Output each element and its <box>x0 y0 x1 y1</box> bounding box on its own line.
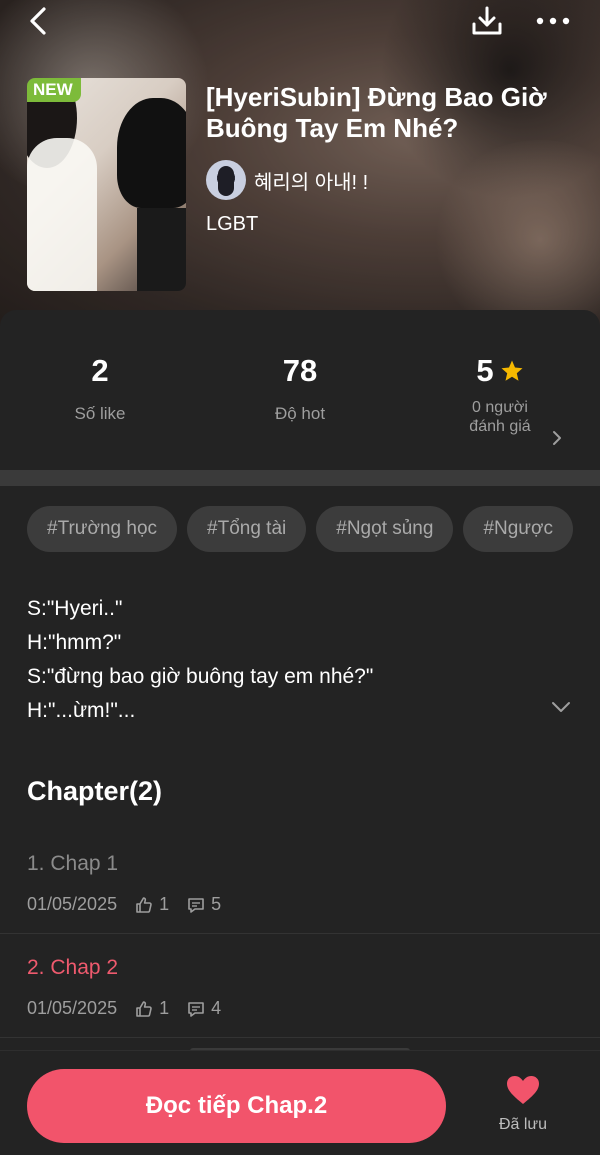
chapter-title: 1. Chap 1 <box>27 852 119 875</box>
chapter-comments: 4 <box>211 998 222 1018</box>
bottom-bar: Đọc tiếp Chap.2 Đã lưu <box>0 1050 600 1155</box>
chevron-right-icon[interactable] <box>550 430 564 446</box>
rating-count-line1: 0 người <box>472 399 528 416</box>
section-divider <box>0 470 600 486</box>
story-title: [HyeriSubin] Đừng Bao Giờ Buông Tay Em N… <box>206 82 547 143</box>
chapter-date: 01/05/2025 <box>27 998 118 1018</box>
thumbs-up-icon <box>136 1000 152 1017</box>
rating-count-line2: đánh giá <box>469 418 531 435</box>
star-icon <box>501 360 523 381</box>
chapter-item[interactable]: 2. Chap 2 01/05/2025 1 4 <box>0 934 600 1038</box>
stat-hot: 78 Độ hot <box>200 350 400 424</box>
download-icon <box>472 6 502 35</box>
chapter-meta: 01/05/2025 1 4 <box>27 998 221 1019</box>
hot-label: Độ hot <box>274 404 326 423</box>
tag-chip[interactable]: #Tổng tài <box>187 506 307 552</box>
stat-likes: 2 Số like <box>0 350 200 424</box>
chapter-date: 01/05/2025 <box>27 894 118 914</box>
more-options-button[interactable] <box>532 4 574 38</box>
saved-button[interactable]: Đã lưu <box>488 1075 558 1141</box>
chapter-likes: 1 <box>159 998 170 1018</box>
chapter-title: 2. Chap 2 <box>27 956 119 979</box>
chapter-heading: Chapter(2) <box>27 776 163 806</box>
author-name: 혜리의 아내! ! <box>254 171 369 194</box>
comment-icon <box>188 897 204 913</box>
back-button[interactable] <box>22 4 54 38</box>
author-link[interactable]: 혜리의 아내! ! <box>206 160 368 200</box>
likes-label: Số like <box>74 404 126 423</box>
tag-list: #Trường học #Tổng tài #Ngọt sủng #Ngược <box>27 506 600 552</box>
description-line: S:"Hyeri.." <box>27 597 123 620</box>
content-panel: 2 Số like 78 Độ hot 5 0 người đánh giá #… <box>0 310 600 1155</box>
chapter-likes: 1 <box>159 894 170 914</box>
stat-rating[interactable]: 5 0 người đánh giá <box>400 350 600 436</box>
new-badge: NEW <box>27 78 81 102</box>
comment-icon <box>188 1001 204 1017</box>
chapter-item[interactable]: 1. Chap 1 01/05/2025 1 5 <box>0 830 600 934</box>
continue-reading-button[interactable]: Đọc tiếp Chap.2 <box>27 1069 446 1143</box>
tag-chip[interactable]: #Ngược <box>463 506 573 552</box>
chevron-down-icon[interactable] <box>550 700 572 714</box>
rating-value: 5 <box>476 353 494 388</box>
likes-value: 2 <box>91 353 109 388</box>
download-button[interactable] <box>468 2 506 40</box>
description-line: H:"hmm?" <box>27 631 122 654</box>
top-bar <box>0 0 600 44</box>
stats-row: 2 Số like 78 Độ hot 5 0 người đánh giá <box>0 350 600 460</box>
thumbs-up-icon <box>136 896 152 913</box>
hot-value: 78 <box>282 353 318 388</box>
book-cover[interactable]: NEW <box>27 78 186 291</box>
story-description: S:"Hyeri.." H:"hmm?" S:"đừng bao giờ buô… <box>27 592 547 728</box>
tag-chip[interactable]: #Trường học <box>27 506 178 552</box>
saved-label: Đã lưu <box>498 1116 548 1133</box>
description-line: S:"đừng bao giờ buông tay em nhé?" <box>27 665 374 688</box>
tag-chip[interactable]: #Ngọt sủng <box>316 506 454 552</box>
heart-icon <box>507 1076 539 1104</box>
chapter-comments: 5 <box>211 894 222 914</box>
author-avatar <box>206 160 246 200</box>
chapter-meta: 01/05/2025 1 5 <box>27 894 221 915</box>
description-line: H:"...ừm!"... <box>27 699 136 722</box>
back-icon <box>30 7 46 35</box>
more-icon <box>536 17 570 25</box>
genre-label[interactable]: LGBT <box>206 213 258 236</box>
